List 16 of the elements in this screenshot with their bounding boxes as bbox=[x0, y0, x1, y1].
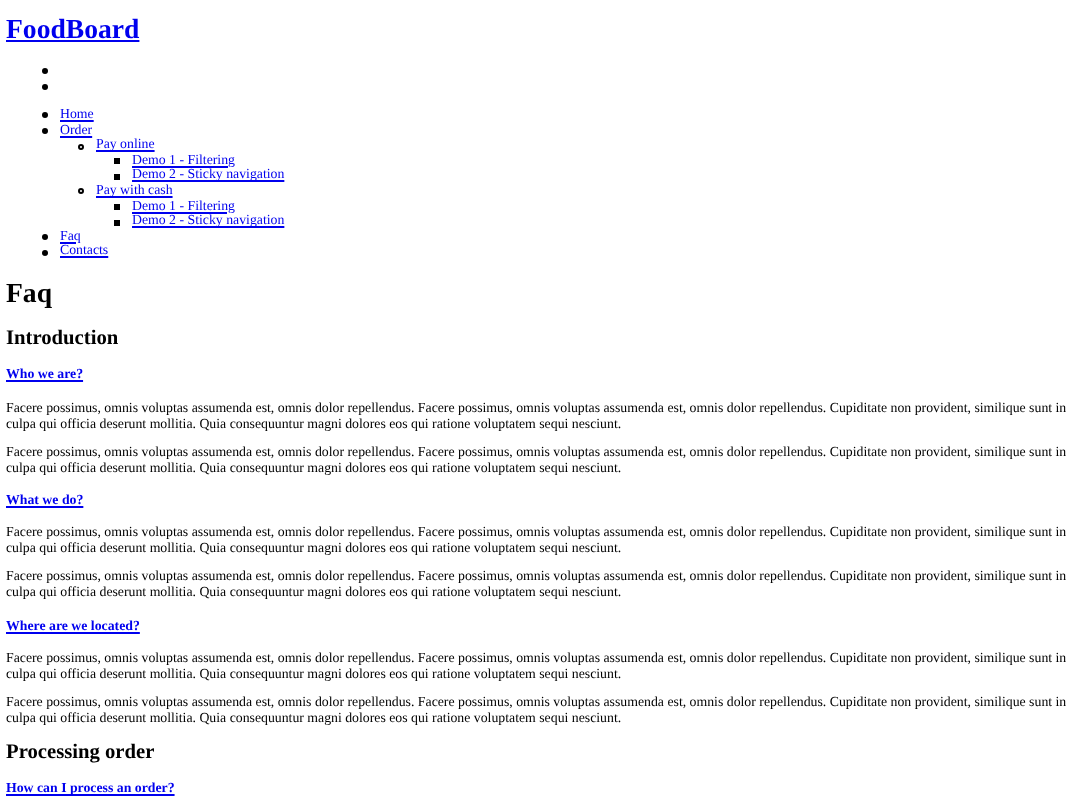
square-bullet-icon bbox=[114, 203, 120, 210]
section-heading: Introduction bbox=[6, 328, 121, 353]
disc-bullet-icon bbox=[42, 68, 48, 75]
disc-bullet-icon bbox=[42, 83, 48, 90]
circle-bullet-icon bbox=[78, 188, 84, 195]
circle-bullet-icon bbox=[78, 143, 84, 150]
disc-bullet-icon bbox=[42, 127, 48, 134]
site-title-link[interactable]: FoodBoard bbox=[6, 13, 140, 44]
disc-bullet-icon bbox=[42, 234, 48, 241]
square-bullet-icon bbox=[114, 219, 120, 226]
square-bullet-icon bbox=[114, 158, 120, 165]
page-title: Faq bbox=[6, 278, 54, 311]
section-heading: Processing order bbox=[6, 742, 157, 766]
disc-bullet-icon bbox=[42, 249, 48, 256]
square-bullet-icon bbox=[114, 173, 120, 180]
disc-bullet-icon bbox=[42, 112, 48, 119]
